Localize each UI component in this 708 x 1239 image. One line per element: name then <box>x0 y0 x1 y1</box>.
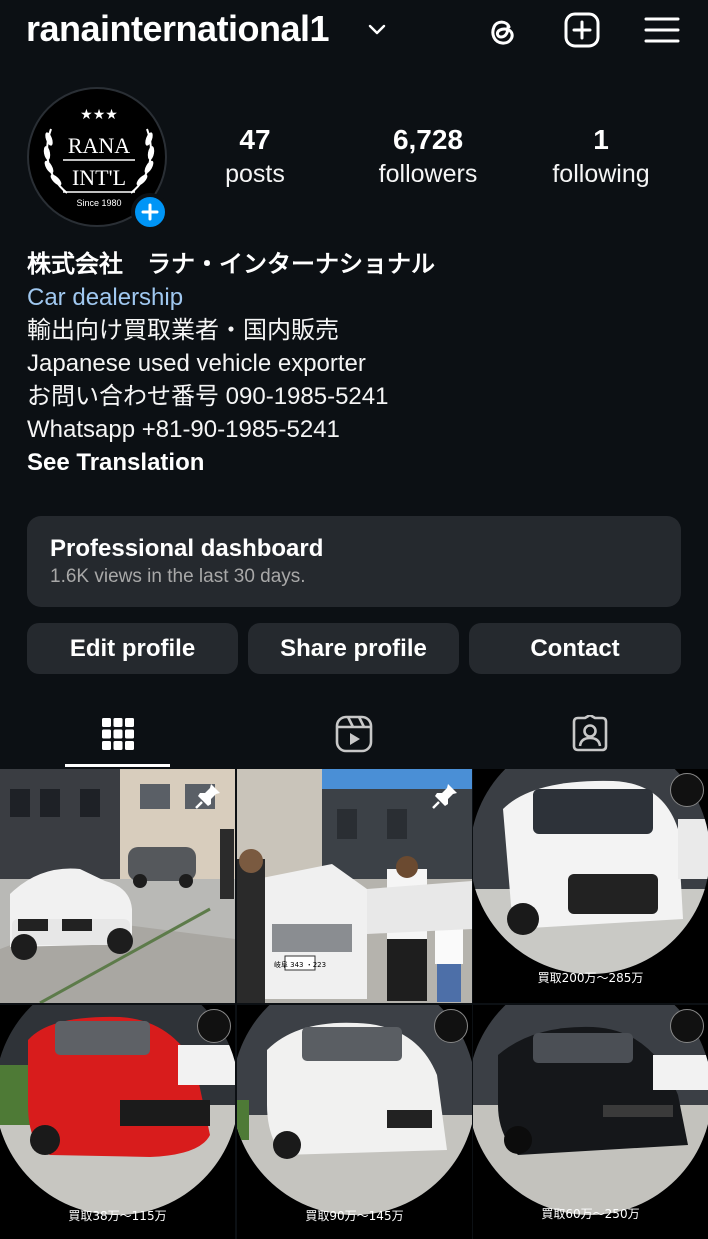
username[interactable]: ranainternational1 <box>26 8 330 50</box>
posts-grid: 岐阜 343 ・223 買取200万～285万 買取38万～115万 買取90万… <box>0 769 708 1239</box>
bio-line-2: Japanese used vehicle exporter <box>27 350 366 377</box>
logo-text-rana: RANA <box>68 133 130 158</box>
plus-icon <box>141 203 159 221</box>
contact-button[interactable]: Contact <box>469 623 681 674</box>
license-plate: 岐阜 343 ・223 <box>274 960 326 969</box>
post-price-caption: 買取38万～115万 <box>68 1209 167 1223</box>
post-image <box>473 1005 708 1239</box>
tab-posts[interactable] <box>0 700 236 768</box>
rana-watermark-icon <box>434 1009 468 1043</box>
tab-tagged[interactable] <box>472 700 708 768</box>
post-price-caption: 買取200万～285万 <box>537 971 644 985</box>
logo-since: Since 1980 <box>76 198 121 208</box>
profile-header: ranainternational1 <box>0 0 708 62</box>
pinned-icon <box>432 784 457 809</box>
tagged-icon <box>572 715 608 752</box>
create-post-icon[interactable] <box>562 10 602 50</box>
profile-name: 株式会社 ラナ・インターナショナル <box>27 251 435 278</box>
dashboard-subtitle: 1.6K views in the last 30 days. <box>50 566 306 587</box>
grid-post-3[interactable]: 買取200万～285万 <box>473 769 708 1003</box>
grid-post-5[interactable]: 買取90万～145万 <box>237 1005 472 1239</box>
posts-stat[interactable]: 47 posts <box>205 122 305 190</box>
grid-post-1[interactable] <box>0 769 235 1003</box>
posts-count: 47 <box>239 124 271 155</box>
rana-watermark-icon <box>670 1009 704 1043</box>
following-label: following <box>552 160 650 188</box>
rana-watermark-icon <box>670 773 704 807</box>
grid-post-4[interactable]: 買取38万～115万 <box>0 1005 235 1239</box>
post-price-caption: 買取90万～145万 <box>305 1209 404 1223</box>
bio-line-3: お問い合わせ番号 090-1985-5241 <box>27 383 389 410</box>
post-image <box>473 769 708 1003</box>
chevron-down-icon[interactable] <box>366 18 388 40</box>
reels-icon <box>335 715 373 753</box>
logo-text-intl: INT'L <box>72 165 126 190</box>
followers-count: 6,728 <box>392 124 464 155</box>
following-stat[interactable]: 1 following <box>540 122 662 190</box>
edit-profile-button[interactable]: Edit profile <box>27 623 238 674</box>
profile-category[interactable]: Car dealership <box>27 281 687 314</box>
following-count: 1 <box>593 124 609 155</box>
grid-post-2[interactable]: 岐阜 343 ・223 <box>237 769 472 1003</box>
share-profile-button[interactable]: Share profile <box>248 623 459 674</box>
svg-text:★★★: ★★★ <box>80 107 118 123</box>
profile-bio: 株式会社 ラナ・インターナショナル Car dealership 輸出向け買取業… <box>27 248 687 480</box>
professional-dashboard-card[interactable]: Professional dashboard 1.6K views in the… <box>27 516 681 607</box>
tab-reels[interactable] <box>236 700 472 768</box>
post-price-caption: 買取60万～250万 <box>541 1207 640 1221</box>
posts-label: posts <box>225 160 285 188</box>
posts-grid-icon <box>102 718 134 750</box>
grid-post-6[interactable]: 買取60万～250万 <box>473 1005 708 1239</box>
threads-icon[interactable] <box>482 10 522 50</box>
profile-avatar[interactable]: ★★★ RANA INT'L Since 1980 <box>27 87 169 231</box>
menu-icon[interactable] <box>642 10 682 50</box>
rana-watermark-icon <box>197 1009 231 1043</box>
followers-label: followers <box>378 160 478 188</box>
post-image <box>0 1005 235 1239</box>
dashboard-title: Professional dashboard <box>50 535 324 562</box>
bio-line-1: 輸出向け買取業者・国内販売 <box>27 317 339 344</box>
bio-line-4: Whatsapp +81-90-1985-5241 <box>27 416 340 443</box>
pinned-icon <box>195 784 220 809</box>
add-story-button[interactable] <box>131 193 169 231</box>
see-translation-link[interactable]: See Translation <box>27 446 687 480</box>
active-tab-indicator <box>65 764 170 767</box>
followers-stat[interactable]: 6,728 followers <box>360 122 496 190</box>
post-image <box>237 1005 472 1239</box>
